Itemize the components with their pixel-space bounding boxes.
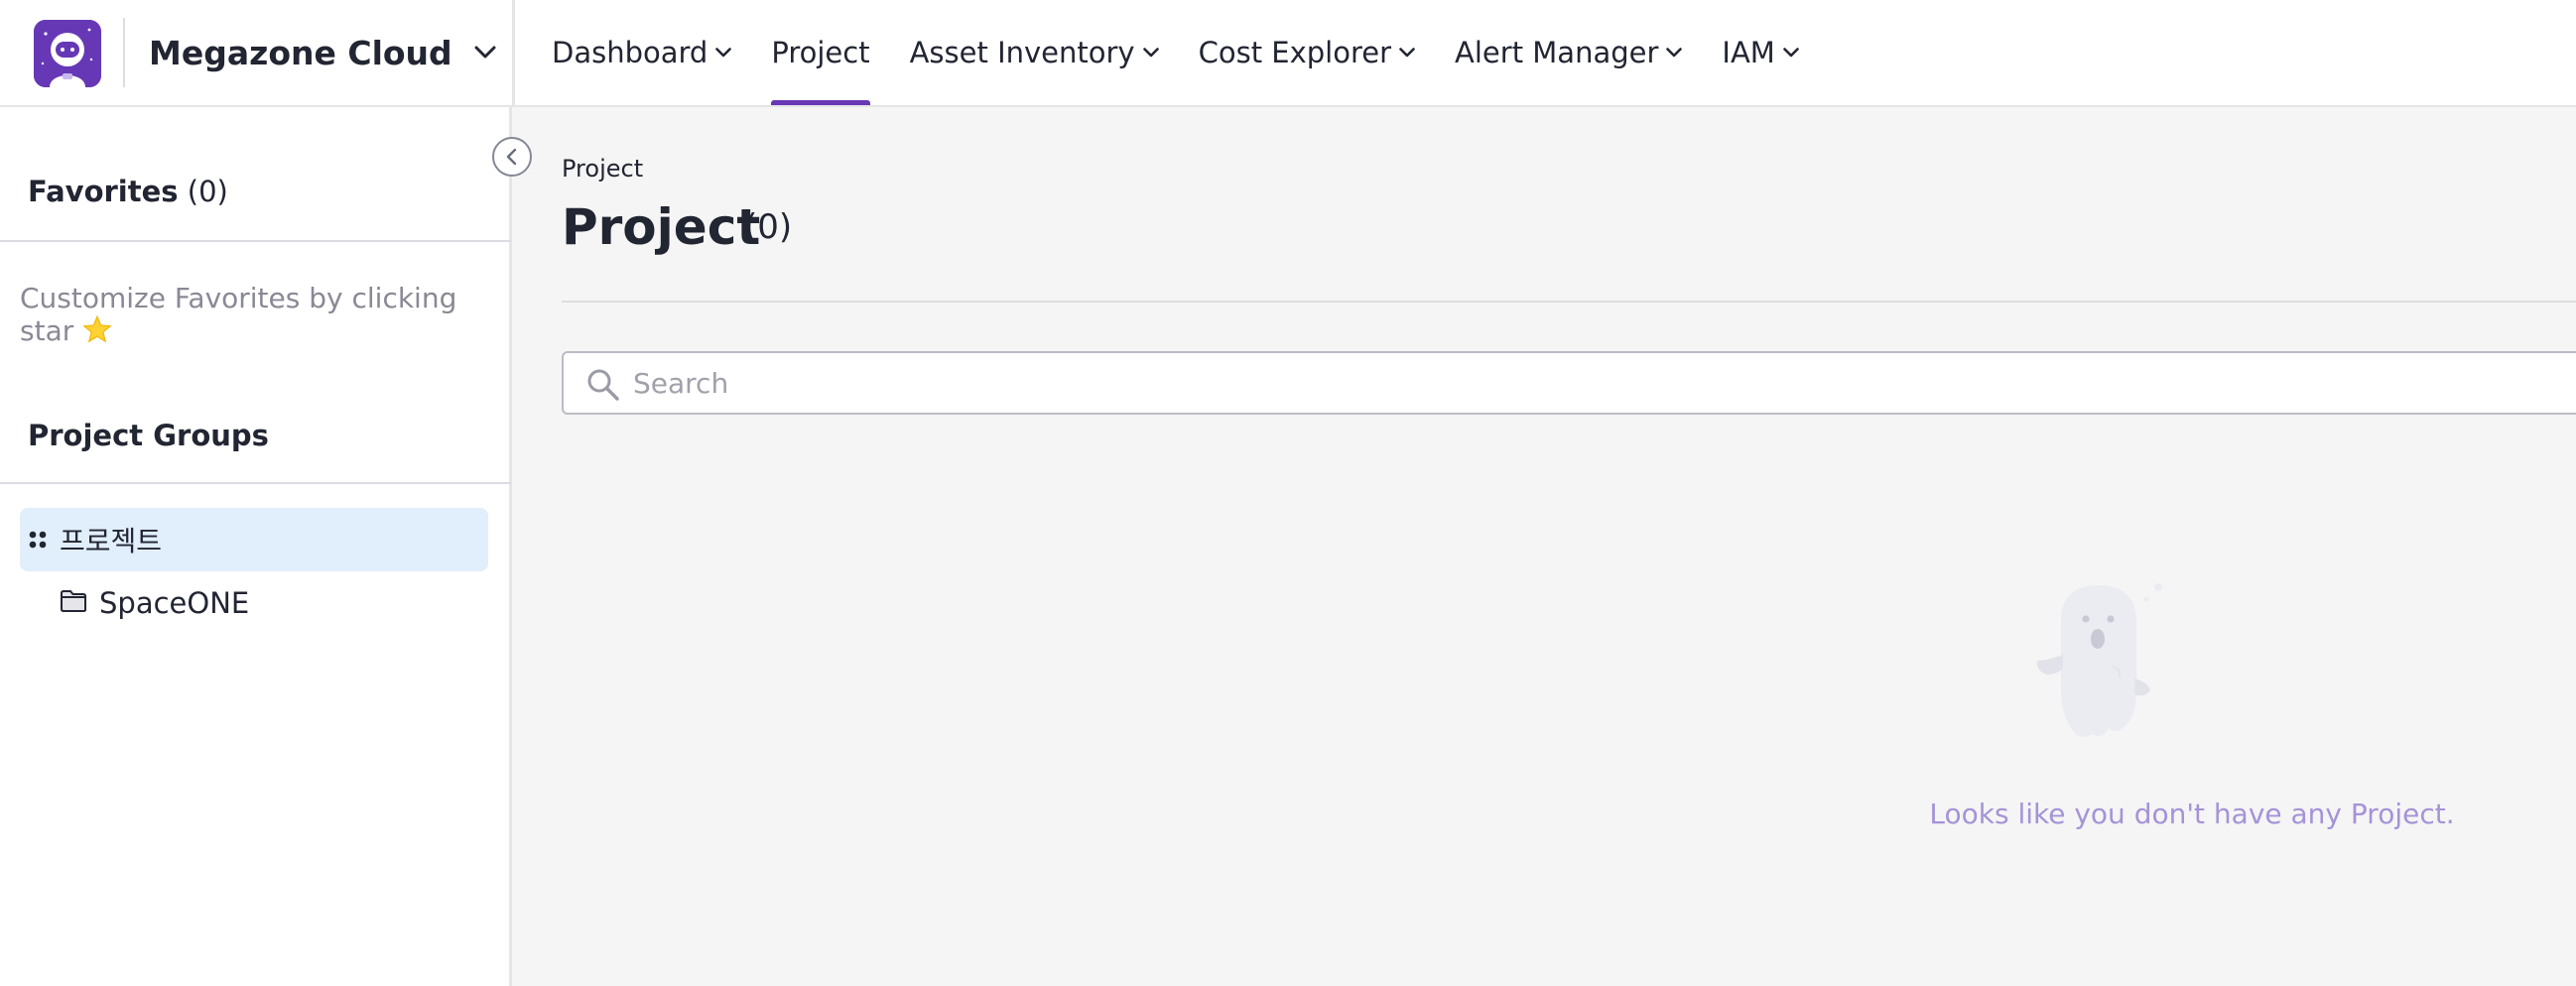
chevron-down-icon: [715, 48, 732, 58]
nav-divider: [512, 0, 515, 107]
project-group-label: SpaceONE: [99, 586, 250, 620]
main-menu: Dashboard Project Asset Inventory Cost E…: [552, 0, 1839, 105]
folder-icon: [60, 589, 87, 617]
sidebar-divider: [0, 240, 512, 242]
menu-dashboard[interactable]: Dashboard: [552, 0, 732, 105]
menu-label: Project: [771, 36, 870, 69]
project-groups-heading: Project Groups: [28, 419, 269, 452]
menu-asset-inventory[interactable]: Asset Inventory: [910, 0, 1159, 105]
project-count: (0): [744, 207, 793, 247]
project-main: Project Project (0) Looks like you don't…: [515, 107, 2576, 986]
sidebar-collapse-button[interactable]: [492, 137, 532, 177]
chevron-down-icon: [1666, 48, 1683, 58]
brand-divider: [123, 18, 125, 87]
chevron-left-icon: [506, 148, 517, 166]
favorites-count: (0): [187, 175, 228, 208]
project-group-label: 프로젝트: [60, 525, 163, 557]
search-input[interactable]: [633, 353, 2518, 413]
menu-cost-explorer[interactable]: Cost Explorer: [1199, 0, 1415, 105]
menu-project[interactable]: Project: [771, 0, 870, 105]
astronaut-logo-icon[interactable]: [34, 20, 101, 87]
favorites-hint: Customize Favorites by clicking star: [20, 282, 476, 350]
sidebar-divider: [0, 482, 512, 484]
search-icon: [585, 367, 621, 407]
top-navigation-bar: Megazone Cloud Dashboard Project Asset I…: [0, 0, 2576, 107]
favorites-heading: Favorites (0): [28, 175, 228, 208]
workspace-switcher[interactable]: Megazone Cloud: [149, 0, 496, 105]
menu-iam[interactable]: IAM: [1722, 0, 1799, 105]
menu-label: IAM: [1722, 36, 1775, 69]
workspace-name: Megazone Cloud: [149, 33, 452, 72]
search-bar[interactable]: [562, 351, 2576, 415]
chevron-down-icon: [1399, 48, 1415, 58]
chevron-down-icon: [1783, 48, 1799, 58]
menu-label: Asset Inventory: [909, 36, 1135, 69]
page-title: Project: [562, 198, 761, 256]
ghost-illustration-icon: [2013, 579, 2172, 752]
menu-label: Dashboard: [552, 36, 708, 69]
menu-label: Alert Manager: [1455, 36, 1659, 69]
title-divider: [562, 301, 2576, 303]
star-icon: [82, 314, 112, 350]
breadcrumb[interactable]: Project: [562, 155, 643, 183]
project-sidebar: Favorites (0) Customize Favorites by cli…: [0, 107, 512, 986]
menu-label: Cost Explorer: [1198, 36, 1392, 69]
menu-alert-manager[interactable]: Alert Manager: [1455, 0, 1683, 105]
chevron-down-icon: [474, 46, 496, 60]
grid-dots-icon: [29, 531, 47, 549]
empty-state-message: Looks like you don't have any Project.: [1929, 798, 2455, 830]
favorites-label: Favorites: [28, 175, 179, 208]
project-group-root[interactable]: 프로젝트: [20, 508, 488, 571]
project-group-spaceone[interactable]: SpaceONE: [60, 571, 249, 635]
chevron-down-icon: [1142, 48, 1159, 58]
